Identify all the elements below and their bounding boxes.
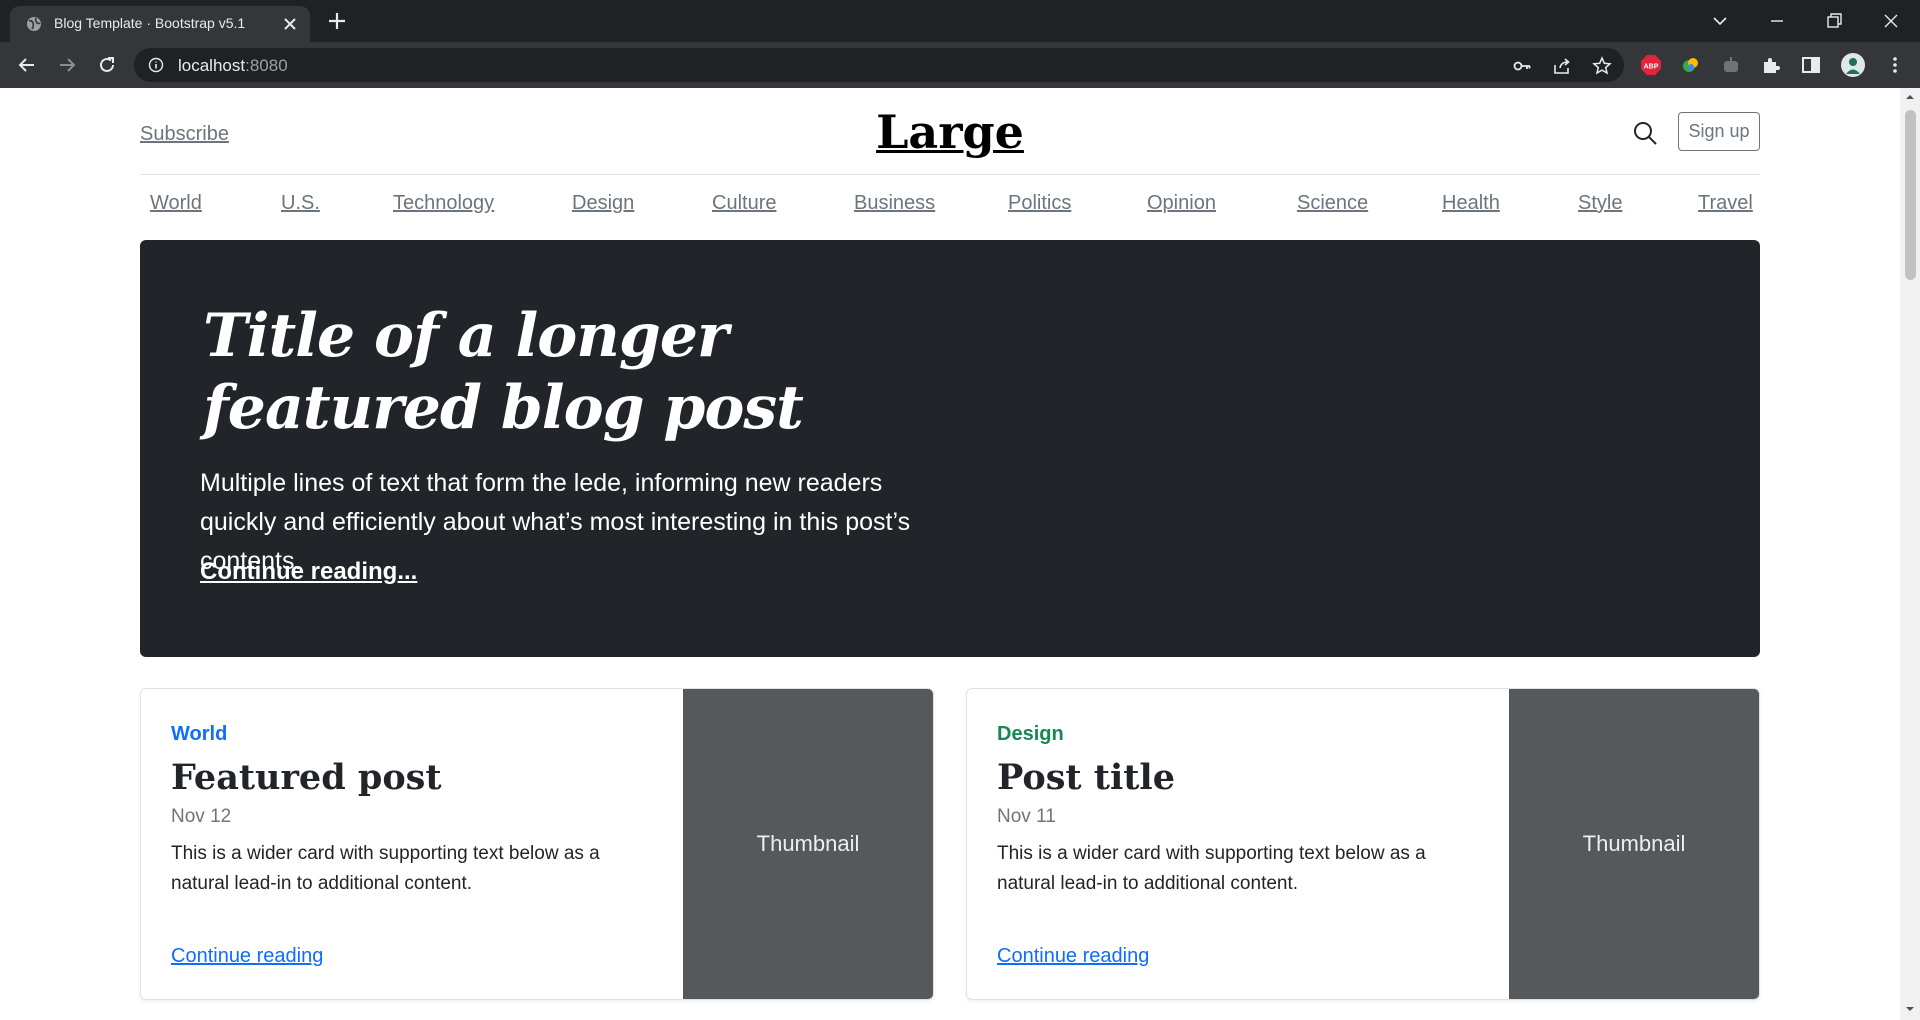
nav-link-opinion[interactable]: Opinion — [1147, 192, 1216, 215]
hero-continue-reading-link[interactable]: Continue reading... — [200, 558, 417, 586]
card-date: Nov 12 — [171, 806, 232, 827]
card-thumbnail: Thumbnail — [1509, 689, 1759, 999]
thumbnail-label: Thumbnail — [756, 831, 860, 856]
url-text: localhost:8080 — [178, 56, 288, 76]
url-host: localhost — [178, 56, 246, 75]
category-nav — [140, 176, 1760, 240]
nav-link-travel[interactable]: Travel — [1698, 192, 1753, 215]
sign-up-button[interactable]: Sign up — [1678, 112, 1760, 151]
svg-text:ABP: ABP — [1644, 64, 1659, 71]
reload-icon[interactable] — [95, 53, 119, 77]
browser-tab-strip: Blog Template · Bootstrap v5.1 — [0, 0, 1920, 42]
page-viewport: Subscribe Large Sign up World U.S. Techn… — [0, 88, 1900, 1020]
card-thumbnail: Thumbnail — [683, 689, 933, 999]
color-extension-icon[interactable] — [1680, 54, 1702, 76]
card-date: Nov 11 — [997, 806, 1056, 827]
blog-header: Subscribe Large Sign up — [140, 88, 1760, 175]
back-icon[interactable] — [15, 53, 39, 77]
nav-link-design[interactable]: Design — [572, 192, 634, 215]
card-continue-reading-link[interactable]: Continue reading — [171, 945, 323, 968]
address-bar[interactable]: localhost:8080 — [134, 48, 1624, 82]
adblock-plus-icon[interactable]: ABP — [1640, 54, 1662, 76]
scroll-up-arrow-icon[interactable] — [1905, 92, 1915, 102]
card-text: This is a wider card with supporting tex… — [997, 843, 1426, 894]
card-body: World Featured post Nov 12 This is a wid… — [171, 689, 671, 999]
robot-extension-icon[interactable] — [1720, 54, 1742, 76]
tab-search-chevron-icon[interactable] — [1708, 9, 1732, 33]
featured-hero: Title of a longer featured blog post Mul… — [140, 240, 1760, 657]
scroll-thumb[interactable] — [1905, 110, 1916, 280]
side-panel-icon[interactable] — [1800, 54, 1822, 76]
site-info-icon[interactable] — [148, 57, 164, 73]
card-body: Design Post title Nov 11 This is a wider… — [997, 689, 1497, 999]
nav-link-us[interactable]: U.S. — [281, 192, 320, 215]
card-title: Post title — [997, 757, 1175, 798]
site-logo[interactable]: Large — [140, 105, 1760, 159]
minimize-icon[interactable] — [1765, 9, 1789, 33]
nav-link-world[interactable]: World — [150, 192, 202, 215]
tab-title: Blog Template · Bootstrap v5.1 — [54, 15, 246, 31]
browser-toolbar: localhost:8080 ABP — [0, 42, 1920, 88]
card-text: This is a wider card with supporting tex… — [171, 843, 600, 894]
nav-link-science[interactable]: Science — [1297, 192, 1368, 215]
restore-icon[interactable] — [1822, 9, 1846, 33]
close-tab-icon[interactable] — [280, 14, 300, 34]
card-continue-reading-link[interactable]: Continue reading — [997, 945, 1149, 968]
nav-link-health[interactable]: Health — [1442, 192, 1500, 215]
nav-link-business[interactable]: Business — [854, 192, 935, 215]
nav-link-culture[interactable]: Culture — [712, 192, 776, 215]
close-window-icon[interactable] — [1879, 9, 1903, 33]
card-title: Featured post — [171, 757, 442, 798]
password-key-icon[interactable] — [1512, 56, 1532, 76]
browser-menu-icon[interactable] — [1884, 54, 1906, 76]
thumbnail-label: Thumbnail — [1582, 831, 1686, 856]
profile-avatar-icon[interactable] — [1840, 52, 1866, 78]
nav-link-style[interactable]: Style — [1578, 192, 1622, 215]
scroll-down-arrow-icon[interactable] — [1905, 1004, 1915, 1014]
bookmark-star-icon[interactable] — [1592, 56, 1612, 76]
share-icon[interactable] — [1552, 56, 1572, 76]
extensions-puzzle-icon[interactable] — [1760, 54, 1782, 76]
globe-icon — [27, 17, 41, 31]
url-port: :8080 — [245, 56, 288, 75]
card-category: Design — [997, 723, 1064, 745]
card-category: World — [171, 723, 228, 745]
search-icon[interactable] — [1632, 120, 1658, 146]
nav-link-technology[interactable]: Technology — [393, 192, 494, 215]
new-tab-icon[interactable] — [326, 10, 348, 32]
featured-post-card: World Featured post Nov 12 This is a wid… — [140, 688, 934, 1000]
hero-title: Title of a longer featured blog post — [203, 301, 804, 443]
forward-icon[interactable] — [55, 53, 79, 77]
post-title-card: Design Post title Nov 11 This is a wider… — [966, 688, 1760, 1000]
browser-tab[interactable]: Blog Template · Bootstrap v5.1 — [10, 6, 310, 42]
nav-link-politics[interactable]: Politics — [1008, 192, 1071, 215]
page-scrollbar[interactable] — [1900, 88, 1920, 1020]
